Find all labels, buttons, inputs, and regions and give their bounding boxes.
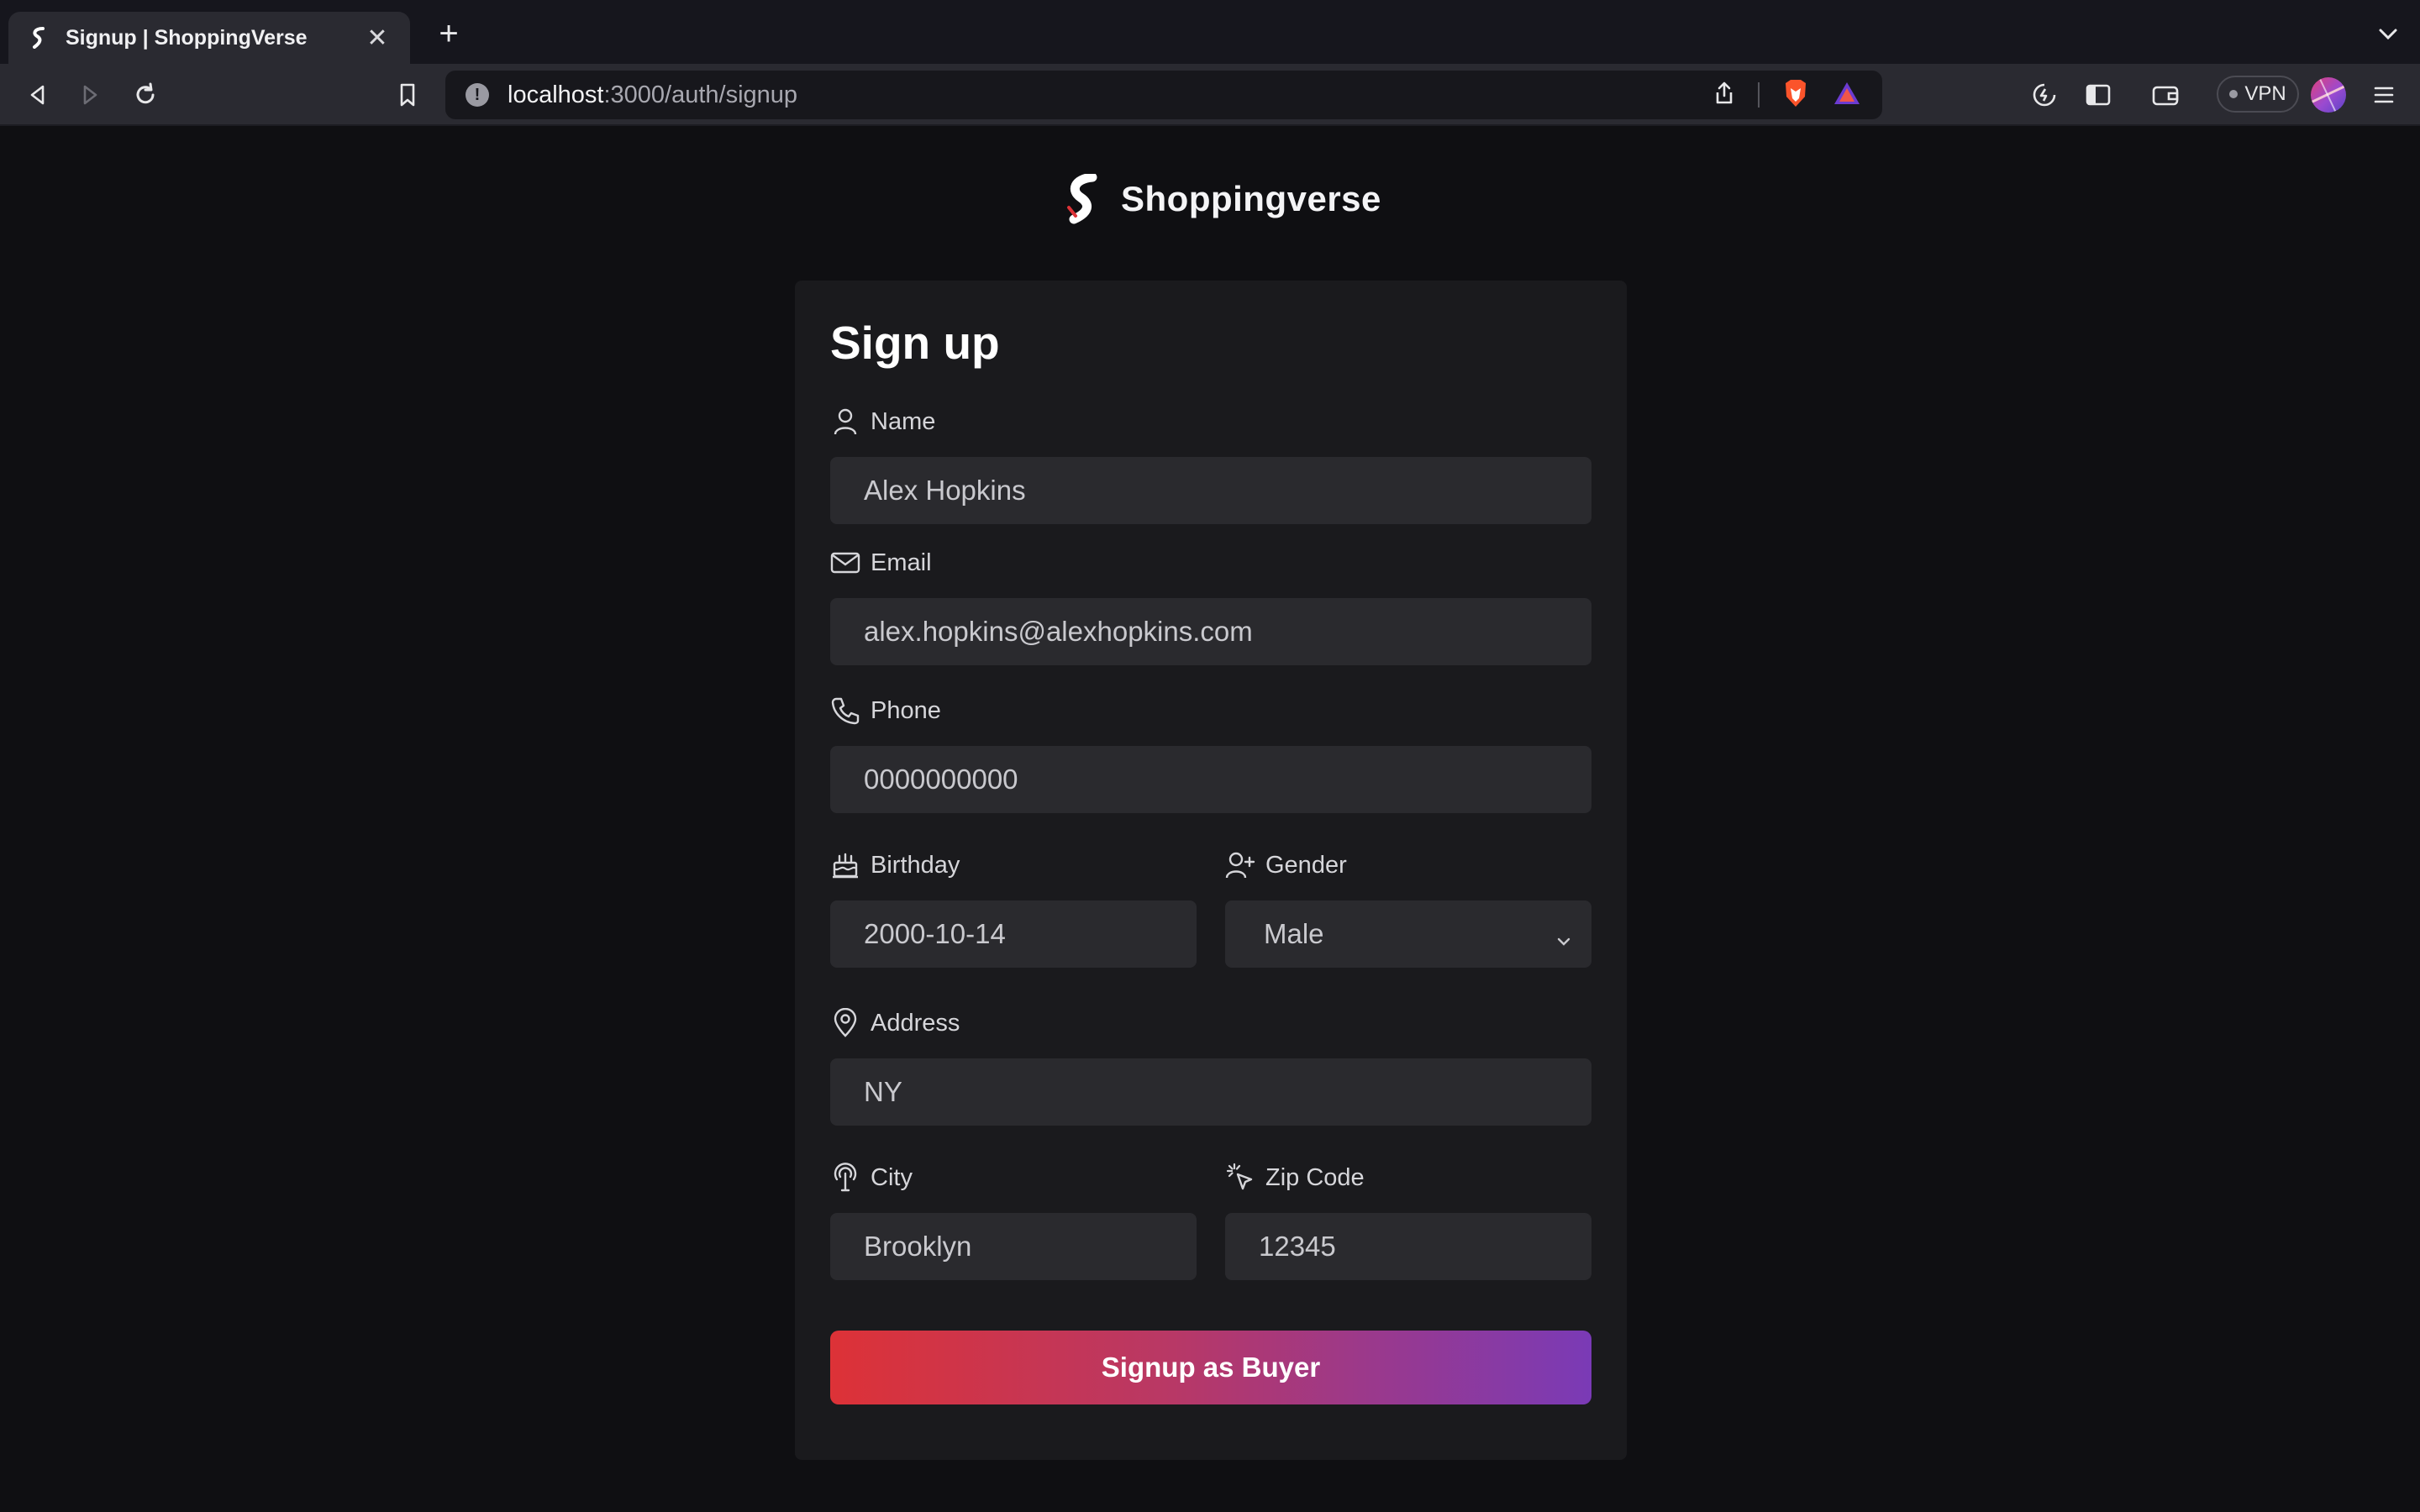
gender-label-text: Gender (1265, 851, 1347, 879)
tab-list-chevron-icon[interactable] (2376, 22, 2400, 45)
forward-icon[interactable] (74, 79, 106, 111)
browser-tab[interactable]: Signup | ShoppingVerse ✕ (8, 12, 410, 64)
brand-name: Shoppingverse (1121, 179, 1381, 218)
cake-icon (830, 850, 860, 880)
tab-title: Signup | ShoppingVerse (66, 25, 308, 50)
address-label-text: Address (871, 1009, 960, 1037)
form-title: Sign up (830, 317, 1000, 369)
phone-label: Phone (830, 696, 941, 726)
page-content: Shoppingverse Sign up Name Alex Hopkins … (0, 126, 2420, 1512)
mail-icon (830, 548, 860, 578)
birthday-input[interactable]: 2000-10-14 (830, 900, 1197, 968)
address-bar[interactable]: ! localhost:3000/auth/signup (445, 71, 1882, 119)
name-label: Name (830, 407, 935, 437)
zip-code-label: Zip Code (1225, 1163, 1365, 1193)
url-host: localhost (508, 81, 604, 108)
name-label-text: Name (871, 407, 936, 435)
close-tab-icon[interactable]: ✕ (363, 24, 392, 53)
address-input[interactable]: NY (830, 1058, 1591, 1126)
share-icon[interactable] (1712, 81, 1736, 110)
signup-as-buyer-button[interactable]: Signup as Buyer (830, 1331, 1591, 1404)
birthday-label-text: Birthday (871, 851, 960, 879)
vpn-label: VPN (2244, 82, 2286, 105)
wallet-icon[interactable] (2149, 79, 2181, 111)
shoppingverse-logo-icon (1064, 172, 1106, 224)
vpn-button[interactable]: VPN (2217, 76, 2299, 113)
url-text[interactable]: localhost:3000/auth/signup (508, 81, 1712, 109)
url-divider (1758, 82, 1760, 108)
name-input[interactable]: Alex Hopkins (830, 457, 1591, 524)
city-input[interactable]: Brooklyn (830, 1213, 1197, 1280)
profile-avatar[interactable] (2311, 77, 2346, 113)
email-label: Email (830, 548, 932, 578)
radio-tower-icon (830, 1163, 860, 1193)
brave-rewards-icon[interactable] (1832, 80, 1862, 111)
gender-label: Gender (1225, 850, 1347, 880)
email-label-text: Email (871, 549, 932, 576)
site-info-icon[interactable]: ! (466, 83, 489, 107)
bookmark-icon[interactable] (392, 79, 424, 111)
tab-strip: Signup | ShoppingVerse ✕ + (0, 0, 2420, 64)
leo-ai-icon[interactable] (2028, 79, 2060, 111)
back-icon[interactable] (22, 79, 54, 111)
url-path: :3000/auth/signup (603, 81, 798, 108)
address-label: Address (830, 1008, 960, 1038)
shoppingverse-favicon-icon (27, 26, 50, 50)
vpn-status-dot (2229, 90, 2238, 98)
birthday-label: Birthday (830, 850, 960, 880)
city-label: City (830, 1163, 913, 1193)
new-tab-icon[interactable]: + (432, 17, 466, 50)
brave-shields-icon[interactable] (1781, 78, 1810, 113)
phone-input[interactable]: 0000000000 (830, 746, 1591, 813)
browser-toolbar: ! localhost:3000/auth/signup VPN (0, 64, 2420, 126)
phone-label-text: Phone (871, 696, 941, 724)
user-icon (830, 407, 860, 437)
phone-icon (830, 696, 860, 726)
city-label-text: City (871, 1163, 913, 1191)
brand[interactable]: Shoppingverse (1064, 171, 1381, 227)
chevron-down-icon (1555, 926, 1573, 946)
email-input[interactable]: alex.hopkins@alexhopkins.com (830, 598, 1591, 665)
sidebar-toggle-icon[interactable] (2082, 79, 2114, 111)
gender-select[interactable]: Male (1225, 900, 1591, 968)
menu-icon[interactable] (2368, 79, 2400, 111)
pointer-click-icon (1225, 1163, 1255, 1193)
signup-card: Sign up Name Alex Hopkins Email alex.hop… (795, 281, 1627, 1460)
gender-selected-value: Male (1264, 918, 1324, 949)
zip-code-input[interactable]: 12345 (1225, 1213, 1591, 1280)
user-plus-icon (1225, 850, 1255, 880)
reload-icon[interactable] (129, 79, 161, 111)
zip-code-label-text: Zip Code (1265, 1163, 1365, 1191)
map-pin-icon (830, 1008, 860, 1038)
